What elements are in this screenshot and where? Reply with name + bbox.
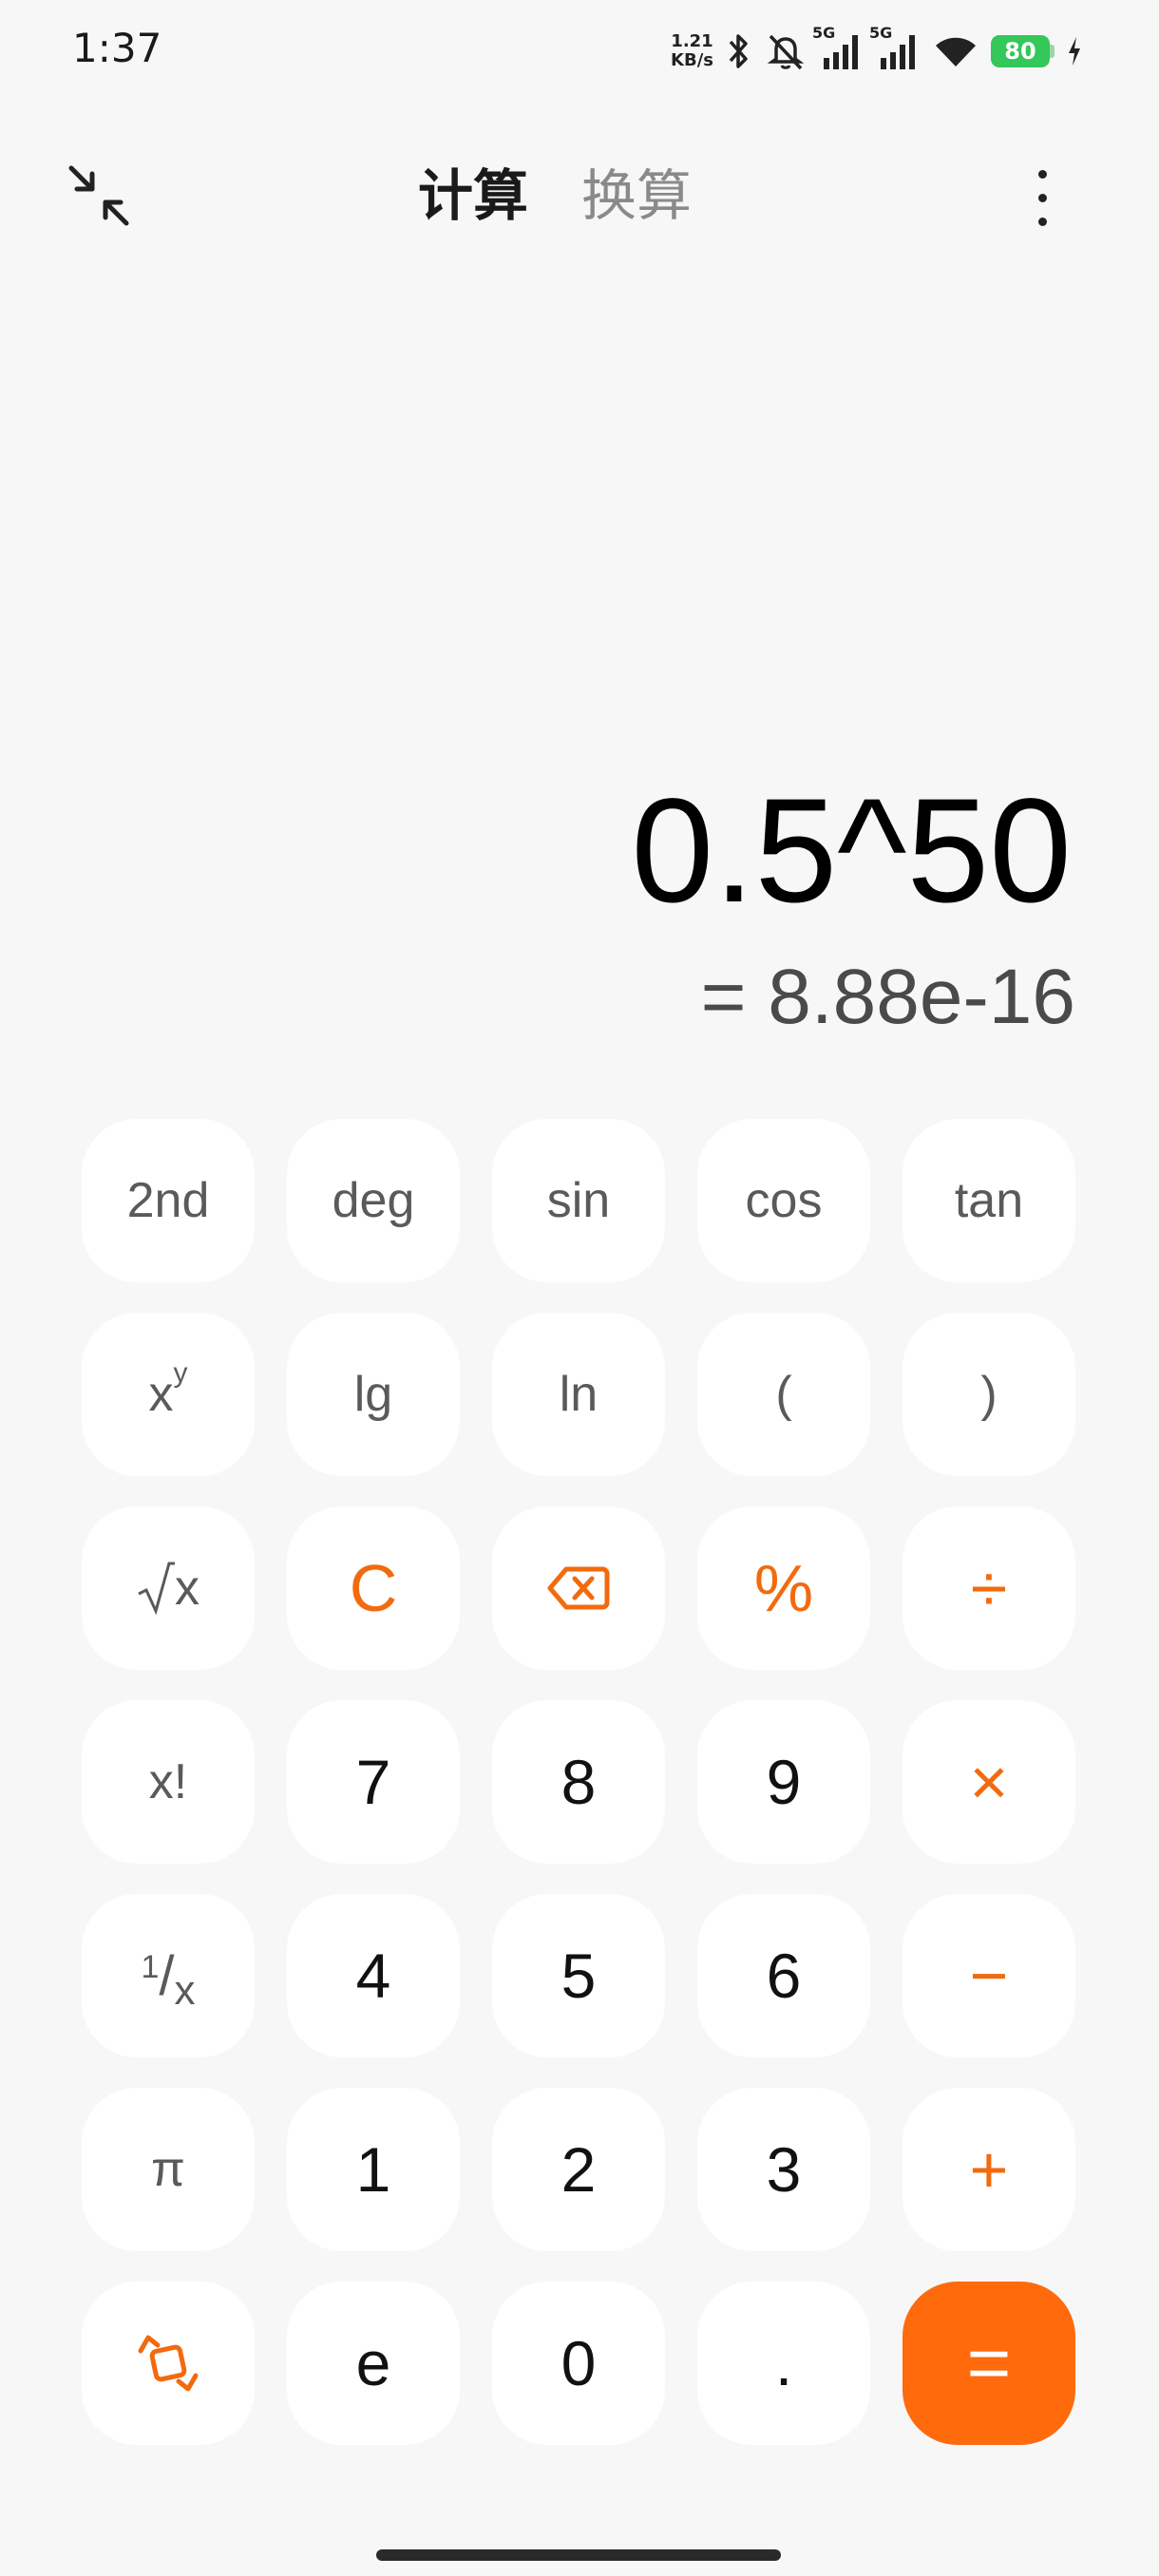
key-3[interactable]: 3	[697, 2088, 870, 2251]
reciprocal-numerator: 1	[141, 1948, 160, 1985]
key-deg[interactable]: deg	[287, 1119, 460, 1282]
wifi-icon	[932, 32, 979, 70]
key-ln[interactable]: ln	[492, 1313, 665, 1476]
more-icon	[1037, 169, 1047, 179]
network-speed-unit: KB/s	[671, 50, 713, 70]
signal-label: 5G	[812, 24, 836, 42]
status-time: 1:37	[72, 25, 162, 71]
key-0[interactable]: 0	[492, 2282, 665, 2445]
battery-level: 80	[991, 35, 1050, 67]
key-minus[interactable]: −	[902, 1894, 1075, 2057]
more-options-button[interactable]	[1009, 158, 1075, 237]
bell-off-icon	[765, 30, 807, 72]
collapse-button[interactable]	[63, 160, 135, 232]
key-9[interactable]: 9	[697, 1700, 870, 1864]
key-backspace[interactable]	[492, 1506, 665, 1670]
network-speed: 1.21 KB/s	[671, 32, 713, 70]
key-5[interactable]: 5	[492, 1894, 665, 2057]
network-speed-value: 1.21	[671, 31, 713, 51]
tab-calculate[interactable]: 计算	[418, 158, 528, 234]
status-icons: 1.21 KB/s 5G 5G 80	[671, 24, 1083, 78]
collapse-icon	[68, 165, 129, 226]
status-bar: 1:37 1.21 KB/s 5G 5G 80	[0, 0, 1159, 104]
key-right-paren[interactable]: )	[902, 1313, 1075, 1476]
key-sqrt-label: x	[175, 1561, 200, 1616]
key-power[interactable]: xy	[82, 1313, 255, 1476]
key-4[interactable]: 4	[287, 1894, 460, 2057]
bluetooth-icon	[725, 32, 753, 70]
key-1[interactable]: 1	[287, 2088, 460, 2251]
key-power-base: x	[148, 1367, 174, 1422]
key-2[interactable]: 2	[492, 2088, 665, 2251]
result-display: = 8.88e-16	[700, 954, 1075, 1040]
key-clear[interactable]: C	[287, 1506, 460, 1670]
key-lg[interactable]: lg	[287, 1313, 460, 1476]
key-factorial[interactable]: x!	[82, 1700, 255, 1864]
backspace-icon	[547, 1566, 610, 1610]
signal-icon: 5G	[869, 24, 921, 71]
key-left-paren[interactable]: (	[697, 1313, 870, 1476]
key-sin[interactable]: sin	[492, 1119, 665, 1282]
key-6[interactable]: 6	[697, 1894, 870, 2057]
expression-display: 0.5^50	[631, 768, 1072, 934]
switch-mode-icon	[138, 2335, 199, 2392]
mode-tabs: 计算 换算	[418, 158, 692, 234]
key-7[interactable]: 7	[287, 1700, 460, 1864]
tab-convert[interactable]: 换算	[581, 158, 692, 234]
key-percent[interactable]: %	[697, 1506, 870, 1670]
battery-icon: 80	[991, 35, 1054, 67]
key-tan[interactable]: tan	[902, 1119, 1075, 1282]
home-indicator[interactable]	[376, 2549, 781, 2561]
key-divide[interactable]: ÷	[902, 1506, 1075, 1670]
key-decimal[interactable]: .	[697, 2282, 870, 2445]
signal-icon: 5G	[812, 24, 864, 71]
key-8[interactable]: 8	[492, 1700, 665, 1864]
signal-label: 5G	[869, 24, 893, 42]
keypad: 2nd deg sin cos tan xy lg ln ( ) x C % ÷…	[82, 1119, 1077, 2445]
sqrt-icon	[138, 1562, 175, 1616]
key-plus[interactable]: +	[902, 2088, 1075, 2251]
key-e[interactable]: e	[287, 2282, 460, 2445]
charging-icon	[1066, 35, 1083, 67]
key-cos[interactable]: cos	[697, 1119, 870, 1282]
key-sqrt[interactable]: x	[82, 1506, 255, 1670]
key-equals[interactable]: =	[902, 2282, 1075, 2445]
key-switch-mode[interactable]	[82, 2282, 255, 2445]
reciprocal-denominator: x	[174, 1966, 196, 2014]
key-power-exponent: y	[173, 1357, 188, 1389]
key-reciprocal[interactable]: 1/x	[82, 1894, 255, 2057]
reciprocal-label: 1/x	[141, 1944, 196, 2014]
key-multiply[interactable]: ×	[902, 1700, 1075, 1864]
key-2nd[interactable]: 2nd	[82, 1119, 255, 1282]
key-pi[interactable]: π	[82, 2088, 255, 2251]
